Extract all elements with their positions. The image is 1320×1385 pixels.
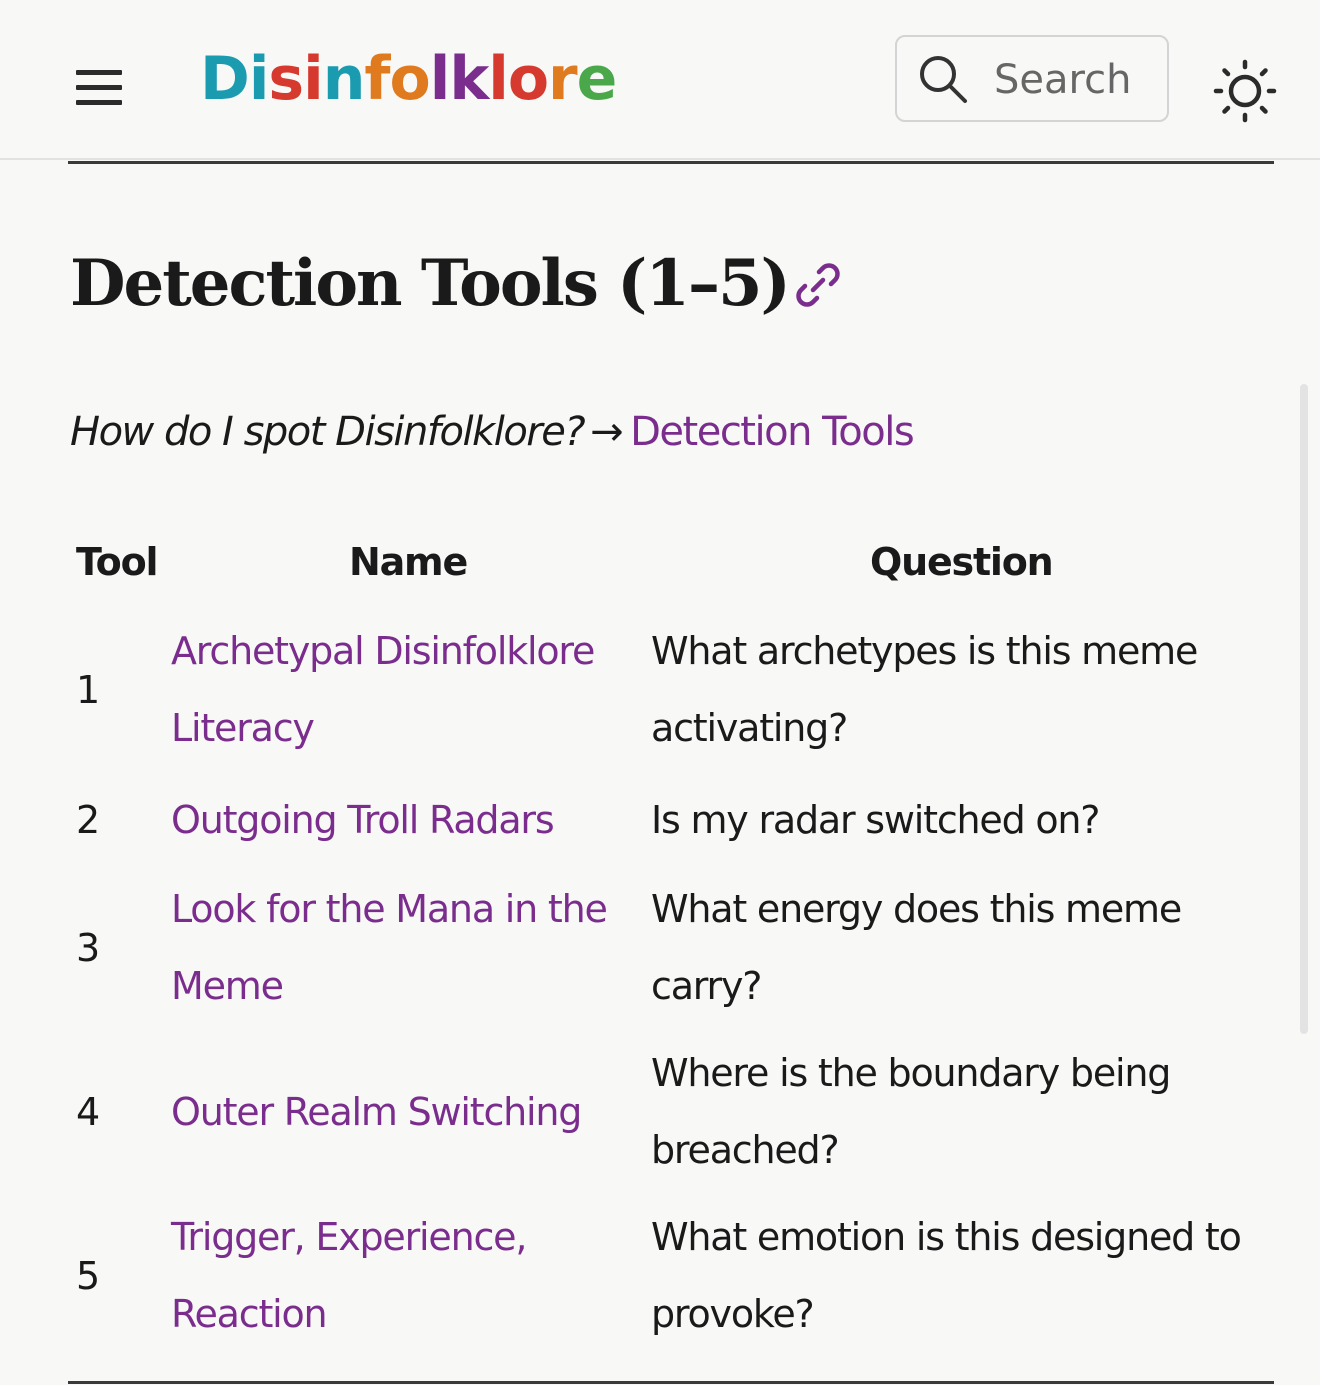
tool-question: What emotion is this designed to provoke? bbox=[651, 1199, 1271, 1353]
logo-letter: i bbox=[303, 44, 324, 114]
tool-name-link[interactable]: Trigger, Experience, Reaction bbox=[171, 1215, 527, 1336]
tool-number: 2 bbox=[76, 798, 100, 842]
arrow-icon: → bbox=[590, 409, 624, 455]
tool-question-line: What energy does this meme bbox=[651, 887, 1182, 931]
logo-letter: r bbox=[548, 44, 578, 114]
tool-name-line: Trigger, Experience, bbox=[171, 1215, 527, 1259]
logo-letter: k bbox=[449, 44, 489, 114]
tool-name-cell: Outgoing Troll Radars bbox=[171, 782, 641, 859]
logo-letter: i bbox=[248, 44, 270, 114]
scrollbar[interactable] bbox=[1300, 384, 1308, 1034]
tool-name-link[interactable]: Outer Realm Switching bbox=[171, 1089, 582, 1134]
tool-name-line: Outer Realm Switching bbox=[171, 1089, 582, 1134]
breadcrumb-question: How do I spot Disinfolklore? bbox=[70, 409, 586, 455]
search-placeholder: Search bbox=[994, 57, 1132, 103]
column-header-question: Question bbox=[870, 540, 1054, 584]
logo-letter: D bbox=[200, 44, 250, 114]
tool-question-line: Is my radar switched on? bbox=[651, 798, 1100, 842]
tool-number: 4 bbox=[76, 1090, 100, 1134]
logo-letter: n bbox=[322, 44, 366, 114]
tool-name-link[interactable]: Look for the Mana in the Meme bbox=[171, 887, 608, 1008]
tool-name-line: Outgoing Troll Radars bbox=[171, 798, 555, 842]
tool-name-line: Literacy bbox=[171, 706, 315, 750]
tool-question-line: What archetypes is this meme bbox=[651, 629, 1198, 673]
sun-icon[interactable] bbox=[1212, 58, 1278, 124]
tool-question: Where is the boundary being breached? bbox=[651, 1035, 1271, 1189]
site-logo[interactable]: Disinfolklore bbox=[200, 36, 618, 122]
logo-letter: l bbox=[488, 44, 509, 114]
tool-name-line: Meme bbox=[171, 964, 284, 1008]
search-input[interactable]: Search bbox=[895, 35, 1169, 122]
logo-letter: o bbox=[507, 44, 549, 114]
page-title: Detection Tools (1–5) bbox=[70, 236, 843, 337]
tool-number: 1 bbox=[76, 668, 100, 712]
hamburger-menu-icon[interactable] bbox=[74, 66, 124, 110]
logo-letter: f bbox=[364, 44, 390, 114]
tool-name-link[interactable]: Outgoing Troll Radars bbox=[171, 798, 555, 842]
logo-letter: e bbox=[576, 44, 618, 114]
tool-question-line: provoke? bbox=[651, 1292, 815, 1336]
tool-name-cell: Archetypal Disinfolklore Literacy bbox=[171, 613, 641, 767]
logo-letter: o bbox=[389, 44, 431, 114]
logo-letter: l bbox=[429, 44, 451, 114]
link-icon[interactable] bbox=[793, 241, 843, 337]
tool-name-link[interactable]: Archetypal Disinfolklore Literacy bbox=[171, 629, 595, 750]
breadcrumb: How do I spot Disinfolklore? → Detection T… bbox=[70, 404, 915, 460]
tool-name-line: Reaction bbox=[171, 1292, 328, 1336]
tool-question-line: What emotion is this designed to bbox=[651, 1215, 1242, 1259]
tool-question-line: carry? bbox=[651, 964, 762, 1008]
tool-name-line: Look for the Mana in the bbox=[171, 887, 608, 931]
tool-name-cell: Outer Realm Switching bbox=[171, 1074, 641, 1151]
detection-tools-link[interactable]: Detection Tools bbox=[630, 409, 915, 455]
tool-question-line: Where is the boundary being bbox=[651, 1051, 1171, 1095]
tool-question-line: breached? bbox=[651, 1128, 840, 1172]
tool-question: What energy does this meme carry? bbox=[651, 871, 1271, 1025]
divider bbox=[68, 161, 1274, 164]
site-header: Disinfolklore Search bbox=[0, 0, 1320, 160]
column-header-tool: Tool bbox=[76, 540, 159, 584]
tool-name-line: Archetypal Disinfolklore bbox=[171, 629, 595, 673]
search-icon bbox=[920, 56, 967, 103]
tool-number: 5 bbox=[76, 1254, 100, 1298]
logo-letter: s bbox=[268, 44, 304, 114]
tool-question-line: activating? bbox=[651, 706, 848, 750]
tool-number: 3 bbox=[76, 926, 100, 970]
tool-question: Is my radar switched on? bbox=[651, 782, 1271, 859]
tool-name-cell: Look for the Mana in the Meme bbox=[171, 871, 641, 1025]
page-title-text: Detection Tools (1–5) bbox=[70, 246, 791, 321]
tool-name-cell: Trigger, Experience, Reaction bbox=[171, 1199, 641, 1353]
tool-question: What archetypes is this meme activating? bbox=[651, 613, 1271, 767]
column-header-name: Name bbox=[349, 540, 468, 584]
divider bbox=[68, 1381, 1274, 1384]
